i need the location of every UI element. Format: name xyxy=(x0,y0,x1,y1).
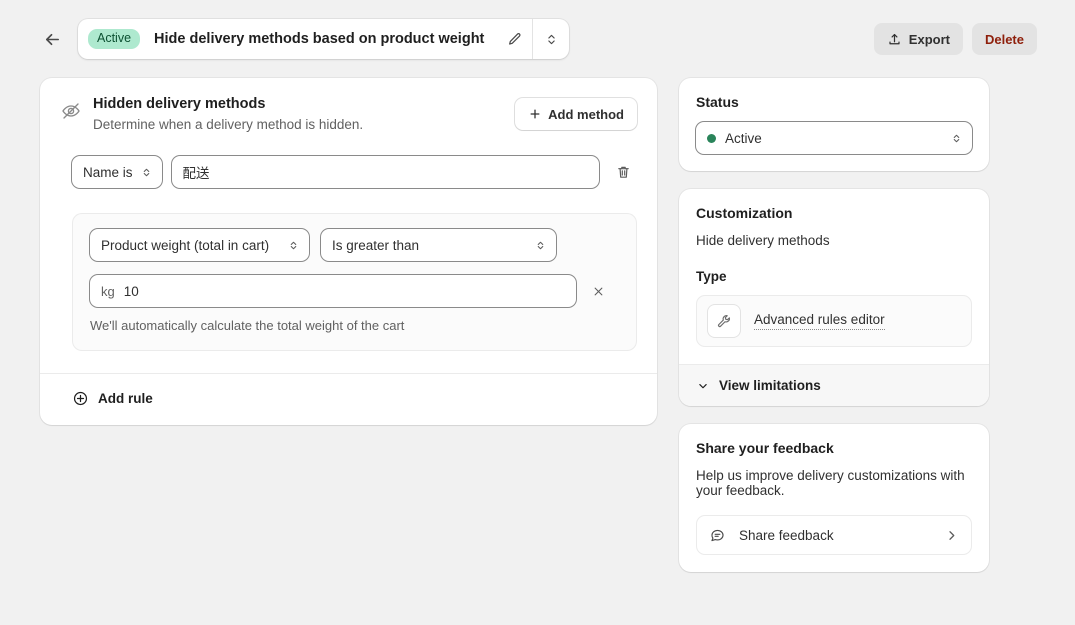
rule-operator-select[interactable]: Is greater than xyxy=(321,229,556,261)
customization-type-label: Type xyxy=(696,269,972,284)
export-button-label: Export xyxy=(909,32,950,47)
remove-rule-button[interactable] xyxy=(586,279,610,303)
pencil-icon xyxy=(506,31,523,48)
page-root: Active Hide delivery methods based on pr… xyxy=(0,0,1075,625)
share-feedback-button[interactable]: Share feedback xyxy=(696,515,972,555)
rule-value-row: kg 10 xyxy=(90,275,619,307)
status-label: Status xyxy=(696,94,972,110)
chevron-right-icon xyxy=(944,528,959,543)
chevron-up-down-icon xyxy=(287,239,300,252)
method-condition-row: Name is 配送 xyxy=(40,132,657,188)
chevron-up-down-icon xyxy=(950,132,963,145)
card-header-texts: Hidden delivery methods Determine when a… xyxy=(93,96,363,132)
add-rule-label: Add rule xyxy=(98,391,153,406)
rule-subject-select[interactable]: Product weight (total in cart) xyxy=(90,229,309,261)
status-dot-icon xyxy=(707,134,716,143)
plus-icon xyxy=(528,107,542,121)
status-select[interactable]: Active xyxy=(696,122,972,154)
customization-card: Customization Hide delivery methods Type… xyxy=(679,189,989,406)
status-badge: Active xyxy=(88,29,140,49)
status-card: Status Active xyxy=(679,78,989,171)
hidden-eye-icon xyxy=(60,100,82,122)
export-button[interactable]: Export xyxy=(874,23,963,55)
delete-button[interactable]: Delete xyxy=(972,23,1037,55)
rule-amount-input[interactable]: kg 10 xyxy=(90,275,576,307)
close-icon xyxy=(591,284,606,299)
title-bar: Active Hide delivery methods based on pr… xyxy=(78,19,569,59)
circle-plus-icon xyxy=(72,390,89,407)
wrench-icon xyxy=(708,305,740,337)
add-method-button[interactable]: Add method xyxy=(515,98,637,130)
method-condition-select[interactable]: Name is xyxy=(72,156,162,188)
method-name-input[interactable]: 配送 xyxy=(172,156,599,188)
rule-block: Product weight (total in cart) Is greate… xyxy=(72,213,637,351)
edit-title-button[interactable] xyxy=(496,19,532,59)
chat-bubble-icon xyxy=(709,527,726,544)
top-bar: Active Hide delivery methods based on pr… xyxy=(0,0,1075,78)
add-rule-button[interactable]: Add rule xyxy=(40,374,657,425)
rule-subject-value: Product weight (total in cart) xyxy=(101,238,269,253)
rule-help-text: We'll automatically calculate the total … xyxy=(90,318,619,333)
share-feedback-label: Share feedback xyxy=(739,528,834,543)
feedback-card-body: Share your feedback Help us improve deli… xyxy=(679,424,989,572)
feedback-title: Share your feedback xyxy=(696,440,972,456)
delete-method-button[interactable] xyxy=(609,158,637,186)
status-select-value-wrap: Active xyxy=(707,131,762,146)
delete-button-label: Delete xyxy=(985,32,1024,47)
view-limitations-label: View limitations xyxy=(719,378,821,393)
upload-icon xyxy=(887,32,902,47)
method-condition-value: Name is xyxy=(83,165,133,180)
hidden-delivery-methods-card: Hidden delivery methods Determine when a… xyxy=(40,78,657,425)
card-title: Hidden delivery methods xyxy=(93,96,363,112)
feedback-description: Help us improve delivery customizations … xyxy=(696,468,972,498)
view-limitations-toggle[interactable]: View limitations xyxy=(679,364,989,406)
chevron-down-icon xyxy=(696,379,710,393)
rule-unit-prefix: kg xyxy=(101,284,115,299)
chevron-up-down-icon xyxy=(534,239,547,252)
back-button[interactable] xyxy=(38,25,66,53)
customization-description: Hide delivery methods xyxy=(696,233,972,248)
top-bar-actions: Export Delete xyxy=(874,23,1037,55)
customization-type-box: Advanced rules editor xyxy=(696,295,972,347)
card-header: Hidden delivery methods Determine when a… xyxy=(40,78,657,132)
customization-card-body: Customization Hide delivery methods Type… xyxy=(679,189,989,364)
method-name-value: 配送 xyxy=(183,162,210,182)
arrow-left-icon xyxy=(43,30,62,49)
rule-operator-value: Is greater than xyxy=(332,238,419,253)
main-column: Hidden delivery methods Determine when a… xyxy=(40,78,657,425)
customization-title: Customization xyxy=(696,205,972,221)
card-subtitle: Determine when a delivery method is hidd… xyxy=(93,117,363,132)
rule-selectors: Product weight (total in cart) Is greate… xyxy=(90,229,619,261)
sidebar-column: Status Active xyxy=(679,78,989,590)
customization-type-value[interactable]: Advanced rules editor xyxy=(754,312,885,330)
record-stepper-button[interactable] xyxy=(533,19,569,59)
status-select-value: Active xyxy=(725,131,762,146)
trash-icon xyxy=(615,164,632,181)
chevron-up-down-icon xyxy=(140,166,153,179)
feedback-card: Share your feedback Help us improve deli… xyxy=(679,424,989,572)
page-title: Hide delivery methods based on product w… xyxy=(154,31,484,47)
chevron-up-down-icon xyxy=(544,32,559,47)
rule-amount-value: 10 xyxy=(124,284,139,299)
status-card-body: Status Active xyxy=(679,78,989,171)
add-method-label: Add method xyxy=(548,107,624,122)
